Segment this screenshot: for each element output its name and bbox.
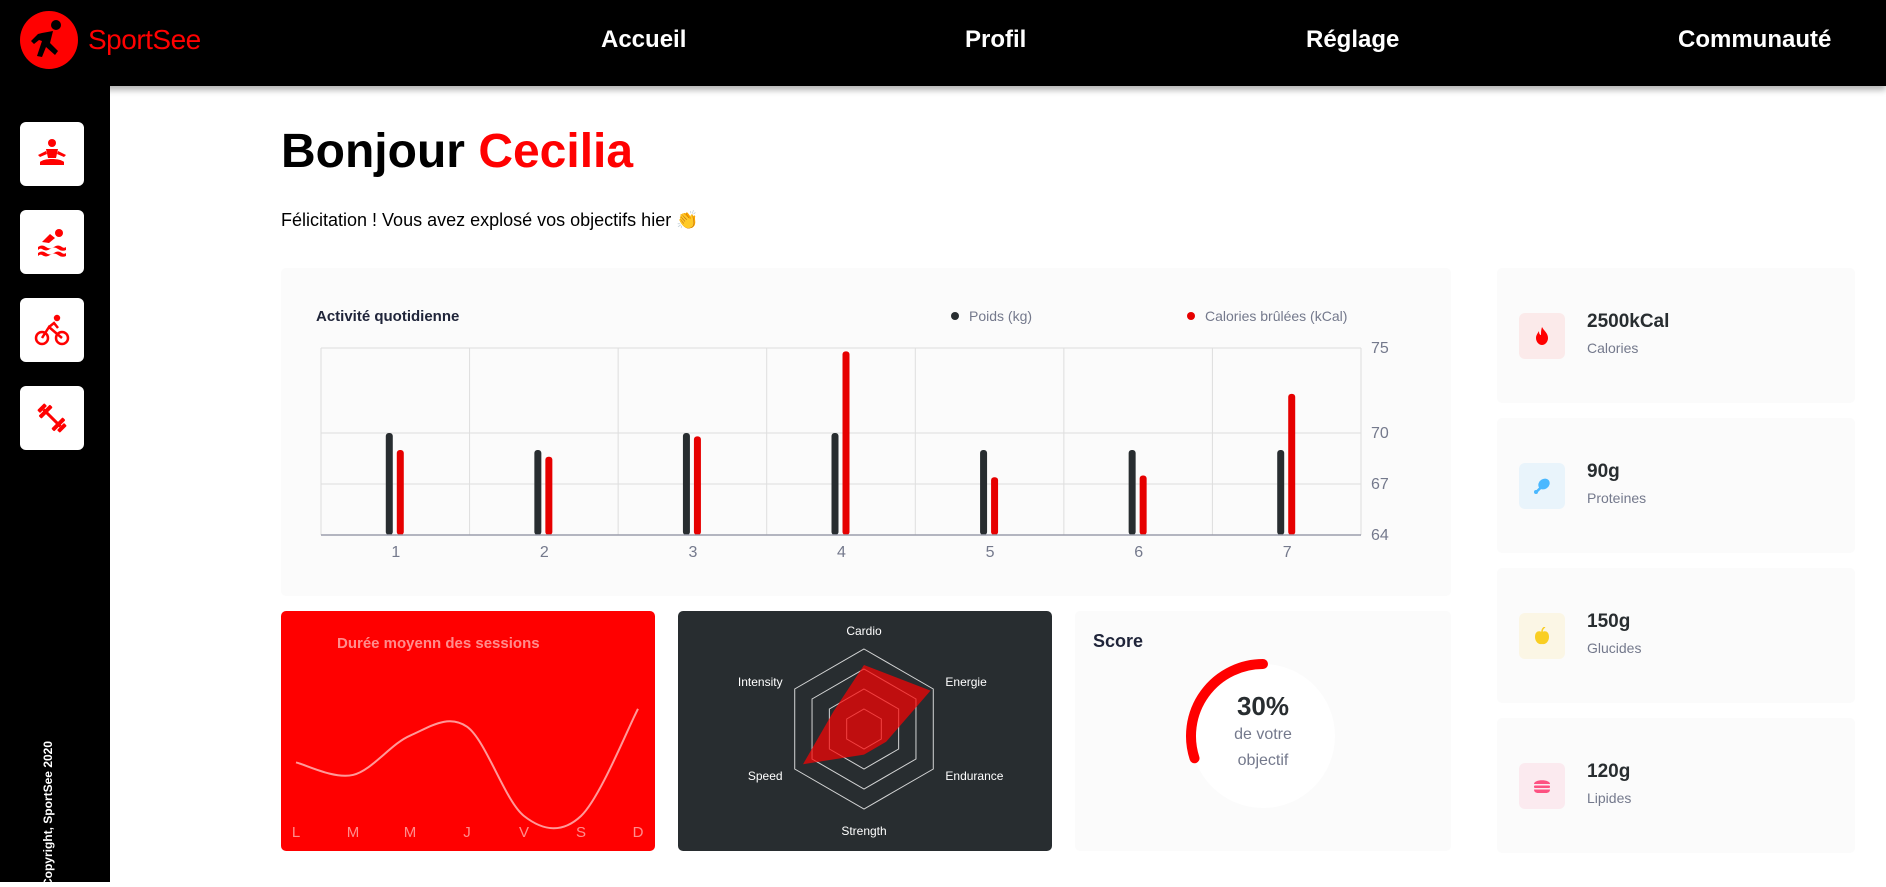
duration-line-chart: LMMJVSD [292, 708, 644, 841]
proteins-label: Proteines [1587, 490, 1647, 506]
activity-xtick-label: 5 [986, 544, 995, 561]
activity-xtick-label: 7 [1283, 544, 1292, 561]
sidebar-item-yoga[interactable] [20, 122, 84, 186]
performance-radar-chart: Cardio Energie Endurance Strength Speed Inten… [738, 624, 1004, 838]
session-duration-card: Durée moyenn des sessions LMMJVSD [281, 611, 655, 851]
radar-axis-label: Speed [748, 769, 783, 783]
chicken-icon [1534, 478, 1550, 494]
weight-bar [831, 433, 839, 535]
congrats-message: Félicitation ! Vous avez explosé vos obj… [281, 210, 699, 230]
score-percent: 30% [1236, 691, 1290, 721]
score-text: 30% de votre objectif [1075, 691, 1451, 774]
activity-xtick-label: 4 [837, 544, 846, 561]
activity-ytick-label: 75 [1371, 340, 1389, 357]
proteins-value: 90g [1587, 461, 1620, 482]
activity-ytick-label: 67 [1371, 476, 1389, 493]
calories-bar [842, 351, 850, 535]
weight-bar [385, 433, 393, 535]
calories-bar [545, 456, 553, 535]
brand-name: SportSee [88, 24, 201, 55]
weight-bar [980, 450, 988, 535]
nav-reglage[interactable]: Réglage [1306, 26, 1399, 54]
calories-bar [991, 477, 999, 535]
sportsee-logo[interactable]: SportSee [20, 11, 201, 69]
radar-axis-label: Intensity [738, 675, 783, 689]
score-line-1: de votre [1234, 726, 1292, 743]
nav-accueil[interactable]: Accueil [601, 26, 686, 54]
duration-day-label: M [347, 824, 360, 841]
score-line-2: objectif [1237, 752, 1289, 769]
user-name: Cecilia [478, 125, 634, 178]
calories-value: 2500kCal [1587, 311, 1670, 332]
duration-day-label: J [463, 824, 471, 841]
calories-bar [396, 450, 404, 535]
radar-axis-label: Endurance [945, 769, 1003, 783]
carbs-value: 150g [1587, 611, 1631, 632]
sidebar: Copyright, SportSee 2020 [0, 86, 110, 887]
calories-label: Calories [1587, 340, 1639, 356]
sidebar-item-cycling[interactable] [20, 298, 84, 362]
dumbbell-icon [37, 403, 67, 433]
cycling-icon [34, 314, 70, 346]
fire-icon [1536, 327, 1548, 345]
carbs-card: 150g Glucides [1497, 568, 1855, 703]
carbs-icon-box [1519, 613, 1565, 659]
radar-data-area [803, 665, 931, 765]
score-card: Score 30% de votre objectif [1075, 611, 1451, 851]
lipids-card: 120g Lipides [1497, 718, 1855, 853]
apple-icon [1535, 627, 1549, 645]
performance-radar-card: Cardio Energie Endurance Strength Speed Inten… [678, 611, 1052, 851]
activity-xtick-label: 6 [1134, 544, 1143, 561]
calories-bar [693, 436, 701, 535]
yoga-icon [38, 139, 66, 165]
runner-logo-icon [20, 11, 78, 69]
swimming-icon [38, 229, 66, 257]
duration-day-label: L [292, 824, 300, 841]
activity-xtick-label: 3 [688, 544, 697, 561]
duration-day-label: V [519, 824, 529, 841]
lipids-label: Lipides [1587, 790, 1632, 806]
page-title: Bonjour Cecilia [281, 124, 633, 179]
activity-xtick-label: 2 [540, 544, 549, 561]
nav-profil[interactable]: Profil [965, 26, 1026, 54]
proteins-card: 90g Proteines [1497, 418, 1855, 553]
radar-axis-label: Strength [841, 824, 886, 838]
weight-bar [1277, 450, 1285, 535]
carbs-label: Glucides [1587, 640, 1642, 656]
duration-line [295, 708, 639, 830]
top-navbar: SportSee Accueil Profil Réglage Communau… [0, 0, 1886, 86]
calories-bar [1288, 393, 1296, 535]
radar-axis-label: Energie [945, 675, 987, 689]
nav-communaute[interactable]: Communauté [1678, 26, 1831, 54]
proteins-icon-box [1519, 463, 1565, 509]
weight-bar [1128, 450, 1136, 535]
radar-axis-label: Cardio [846, 624, 882, 638]
weight-bar [682, 433, 690, 535]
duration-day-label: D [633, 824, 644, 841]
sidebar-item-swimming[interactable] [20, 210, 84, 274]
daily-activity-card: Activité quotidienne Poids (kg) Calories… [281, 268, 1451, 596]
greeting-text: Bonjour [281, 125, 465, 178]
calories-icon-box [1519, 313, 1565, 359]
activity-ytick-label: 64 [1371, 527, 1389, 544]
lipids-value: 120g [1587, 761, 1631, 782]
burger-icon [1534, 780, 1550, 793]
activity-ytick-label: 70 [1371, 425, 1389, 442]
activity-bar-chart: 646770751 2 3 4 5 6 7 [320, 340, 1389, 561]
duration-day-label: M [404, 824, 417, 841]
weight-bar [534, 450, 542, 535]
calories-card: 2500kCal Calories [1497, 268, 1855, 403]
sidebar-item-bodybuilding[interactable] [20, 386, 84, 450]
lipids-icon-box [1519, 763, 1565, 809]
copyright-text: Copyright, SportSee 2020 [41, 740, 55, 887]
activity-xtick-label: 1 [391, 544, 400, 561]
calories-bar [1139, 475, 1147, 535]
duration-day-label: S [576, 824, 586, 841]
